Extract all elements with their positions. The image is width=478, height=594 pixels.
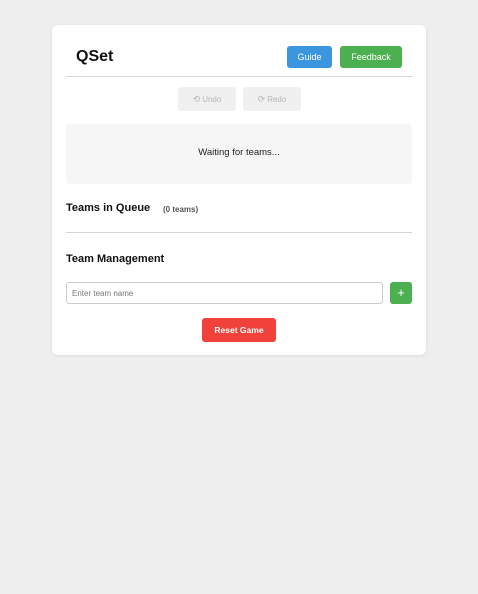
redo-button[interactable]: ⟳ Redo <box>243 87 301 111</box>
queue-count: (0 teams) <box>163 205 199 214</box>
app-title: QSet <box>76 48 114 65</box>
team-management-title: Team Management <box>66 253 165 265</box>
status-panel: Waiting for teams... <box>66 124 412 184</box>
undo-label: Undo <box>202 95 222 104</box>
queue-section: Teams in Queue (0 teams) <box>66 200 412 233</box>
feedback-button[interactable]: Feedback <box>340 46 402 68</box>
main-card: QSet Guide Feedback ⟲ Undo ⟳ Redo Waiting … <box>52 25 426 355</box>
guide-button[interactable]: Guide <box>287 46 332 68</box>
redo-icon: ⟳ <box>257 94 266 104</box>
undo-button[interactable]: ⟲ Undo <box>178 87 236 111</box>
undo-icon: ⟲ <box>192 94 201 104</box>
header: QSet Guide Feedback <box>66 25 412 77</box>
team-name-input[interactable] <box>66 282 383 304</box>
queue-title: Teams in Queue <box>66 202 151 214</box>
add-team-button[interactable]: + <box>390 282 412 304</box>
reset-game-button[interactable]: Reset Game <box>202 318 276 342</box>
status-message: Waiting for teams... <box>198 147 280 158</box>
redo-label: Redo <box>267 95 287 104</box>
